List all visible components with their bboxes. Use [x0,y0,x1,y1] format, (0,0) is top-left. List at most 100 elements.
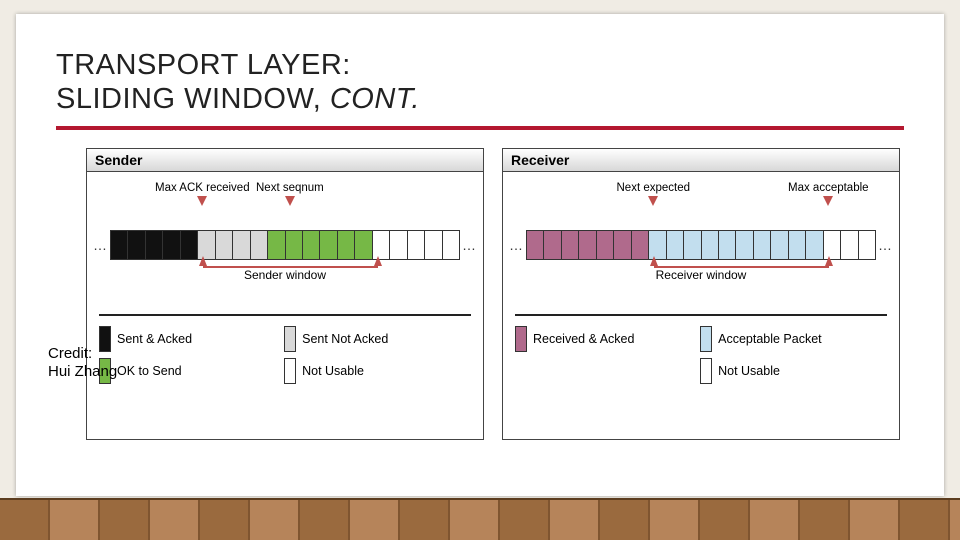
legend-item: Not Usable [284,358,455,384]
legend-item: Sent Not Acked [284,326,455,352]
pointer-label: Max ACK received [155,182,250,194]
sender-window-row: Sender window [91,266,479,294]
arrow-down-icon [197,196,207,206]
legend-label: Not Usable [718,364,780,378]
legend-label: Received & Acked [533,332,634,346]
segment [286,230,303,260]
arrow-down-icon [823,196,833,206]
legend-item: Not Usable [700,358,871,384]
segment [163,230,180,260]
slide-title: TRANSPORT LAYER: SLIDING WINDOW, CONT. [56,48,904,116]
segment [789,230,806,260]
credit-line: Hui Zhang [48,363,117,380]
segment [320,230,337,260]
segment [443,230,460,260]
legend-swatch [700,326,712,352]
receiver-header: Receiver [502,148,900,172]
segment [303,230,320,260]
segment [597,230,614,260]
receiver-strip: … … [507,228,895,262]
segment [841,230,858,260]
sender-segments [110,230,460,260]
pointer-max-ack: Max ACK received [155,182,250,206]
sender-pointers: Max ACK received Next seqnum [91,182,479,228]
sender-header: Sender [86,148,484,172]
legend-swatch [284,358,296,384]
segment [754,230,771,260]
credit-line: Credit: [48,345,92,362]
arrow-down-icon [648,196,658,206]
sender-panel: Max ACK received Next seqnum … … Sender … [86,172,484,440]
pointer-next-seqnum: Next seqnum [256,182,324,206]
legend-divider [99,314,471,316]
pointer-next-expected: Next expected [617,182,691,206]
segment [579,230,596,260]
segment [268,230,285,260]
receiver-pointers: Next expected Max acceptable [507,182,895,228]
legend-label: OK to Send [117,364,182,378]
title-line-1: TRANSPORT LAYER: [56,49,351,81]
segment [806,230,823,260]
sender-strip: … … [91,228,479,262]
segment [667,230,684,260]
segment [719,230,736,260]
segment [355,230,372,260]
legend-label: Sent Not Acked [302,332,388,346]
segment [251,230,268,260]
legend-divider [515,314,887,316]
segment [614,230,631,260]
segment [702,230,719,260]
segment [859,230,876,260]
segment [390,230,407,260]
arrow-down-icon [285,196,295,206]
pointer-label: Next seqnum [256,182,324,194]
segment [110,230,128,260]
segment [128,230,145,260]
segment [526,230,544,260]
floor-texture [0,498,960,540]
receiver-column: Receiver Next expected Max acceptable … … [502,148,900,440]
legend-label: Sent & Acked [117,332,192,346]
sender-column: Sender Max ACK received Next seqnum … … [86,148,484,440]
pointer-label: Next expected [617,182,691,194]
ellipsis: … [876,237,895,253]
sender-legend: Sent & Acked Sent Not Acked OK to Send Not … [91,326,479,384]
legend-item: Sent & Acked [99,326,270,352]
segment [771,230,788,260]
receiver-segments [526,230,876,260]
segment [181,230,198,260]
sender-window-label: Sender window [91,268,479,282]
title-line-2: SLIDING WINDOW, [56,83,330,115]
segment [562,230,579,260]
receiver-window-row: Receiver window [507,266,895,294]
title-cont: CONT. [330,83,420,115]
legend-swatch [284,326,296,352]
ellipsis: … [507,237,526,253]
legend-item: Acceptable Packet [700,326,871,352]
segment [233,230,250,260]
segment [408,230,425,260]
pointer-max-acceptable: Max acceptable [788,182,869,206]
receiver-window-label: Receiver window [507,268,895,282]
legend-swatch [515,326,527,352]
segment [632,230,649,260]
pointer-label: Max acceptable [788,182,869,194]
credit: Credit: Hui Zhang [48,345,117,381]
legend-label: Not Usable [302,364,364,378]
slide: TRANSPORT LAYER: SLIDING WINDOW, CONT. S… [16,14,944,496]
segment [684,230,701,260]
segment [544,230,561,260]
receiver-panel: Next expected Max acceptable … … Receive… [502,172,900,440]
diagram-columns: Sender Max ACK received Next seqnum … … [86,148,900,440]
segment [425,230,442,260]
segment [216,230,233,260]
legend-label: Acceptable Packet [718,332,822,346]
ellipsis: … [91,237,110,253]
receiver-legend: Received & Acked Acceptable Packet Not Usa… [507,326,895,384]
segment [338,230,355,260]
title-rule [56,126,904,130]
legend-item: OK to Send [99,358,270,384]
legend-item: Received & Acked [515,326,686,352]
legend-swatch [700,358,712,384]
segment [736,230,753,260]
